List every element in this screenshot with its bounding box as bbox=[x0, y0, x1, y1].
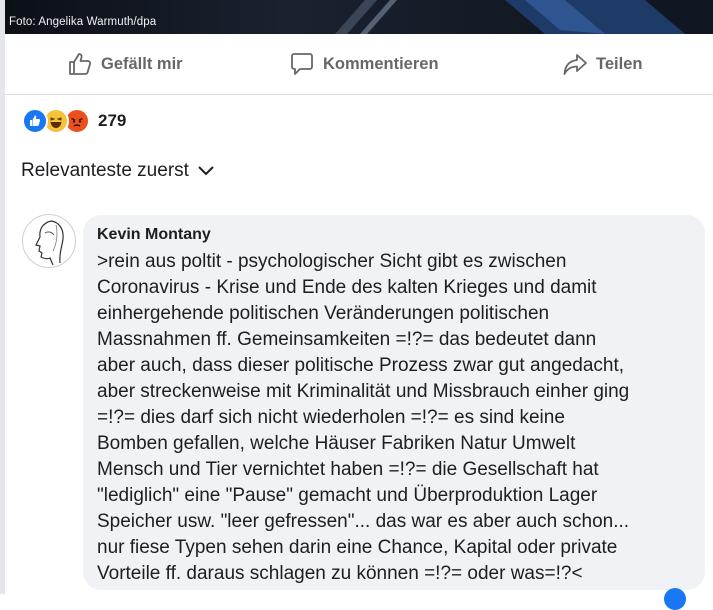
comment-reaction-badge bbox=[664, 588, 686, 610]
comment-author[interactable]: Kevin Montany bbox=[97, 226, 211, 244]
photo-credit: Foto: Angelika Warmuth/dpa bbox=[9, 16, 157, 28]
thumbs-up-icon bbox=[69, 53, 92, 75]
comment-text: >rein aus poltit - psychologischer Sicht… bbox=[97, 251, 630, 584]
comment-sort-dropdown[interactable]: Relevanteste zuerst bbox=[21, 160, 215, 182]
comment-bubble-icon bbox=[291, 53, 313, 75]
like-reaction-icon bbox=[22, 108, 48, 134]
sort-label: Relevanteste zuerst bbox=[21, 160, 189, 181]
post-photo[interactable]: Foto: Angelika Warmuth/dpa bbox=[5, 0, 713, 34]
like-button-label: Gefällt mir bbox=[101, 54, 183, 73]
comment-button-label: Kommentieren bbox=[323, 54, 439, 73]
comment-bubble: Kevin Montany >rein aus poltit - psychol… bbox=[83, 215, 705, 590]
share-arrow-icon bbox=[563, 54, 587, 75]
comment-button[interactable]: Kommentieren bbox=[289, 51, 439, 77]
chevron-down-icon bbox=[198, 166, 214, 176]
reaction-count: 279 bbox=[98, 111, 127, 130]
avatar-sketch-image bbox=[35, 220, 64, 266]
post-action-bar: Gefällt mir Kommentieren Teilen bbox=[5, 34, 713, 95]
reactions-summary[interactable]: 279 bbox=[22, 108, 126, 134]
share-button-label: Teilen bbox=[596, 54, 643, 73]
avatar[interactable] bbox=[22, 214, 76, 268]
share-button[interactable]: Teilen bbox=[562, 51, 642, 77]
like-button[interactable]: Gefällt mir bbox=[67, 51, 183, 77]
